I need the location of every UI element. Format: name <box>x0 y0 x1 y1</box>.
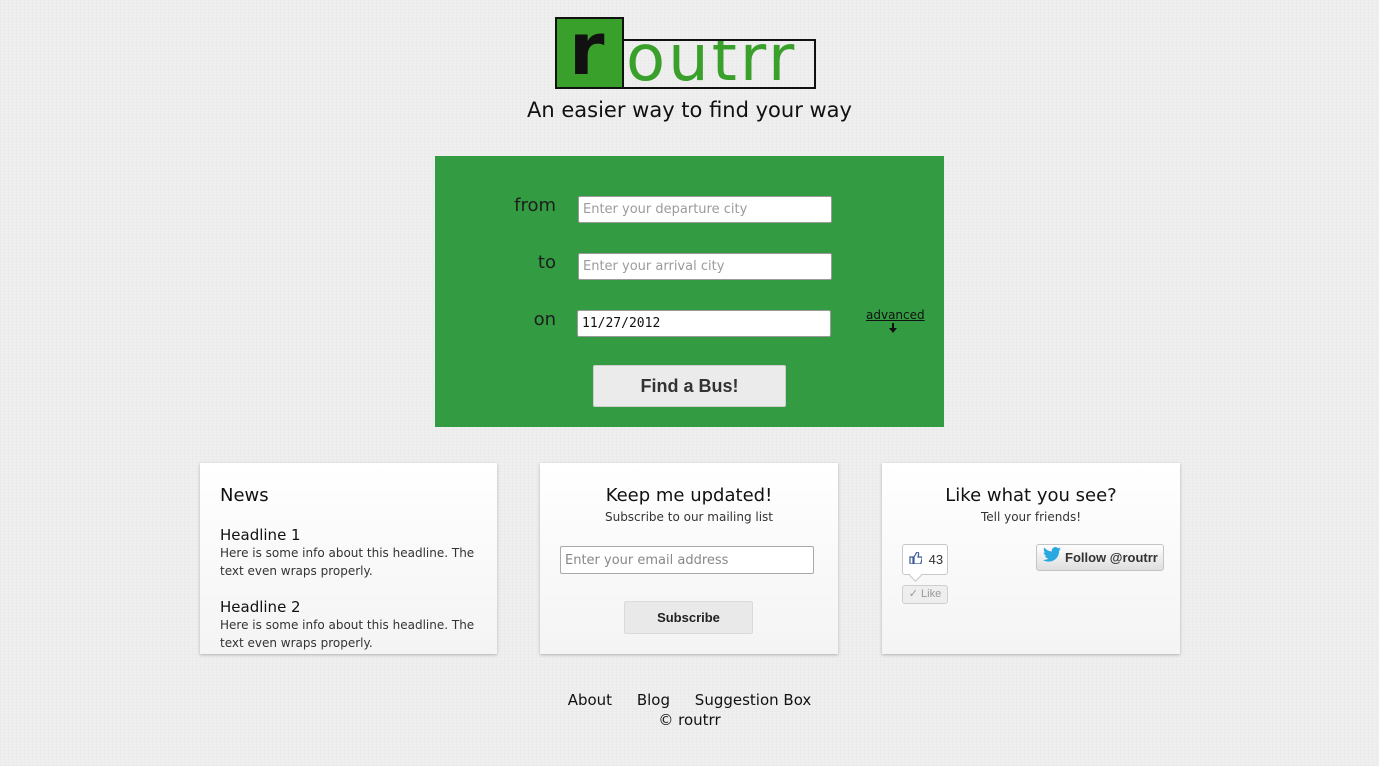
news-item: Headline 2 Here is some info about this … <box>220 598 480 652</box>
thumbs-up-icon <box>909 551 926 567</box>
copyright: © routrr <box>658 711 721 729</box>
footer-link-suggestion-box[interactable]: Suggestion Box <box>695 691 812 709</box>
news-item: Headline 1 Here is some info about this … <box>220 526 480 580</box>
facebook-like-button[interactable]: ✓ Like <box>902 585 948 604</box>
check-icon: ✓ <box>908 588 918 600</box>
social-card: Like what you see? Tell your friends! 43… <box>882 463 1180 654</box>
logo-wordmark: outrr <box>624 39 816 89</box>
footer-link-about[interactable]: About <box>568 691 612 709</box>
down-arrow-icon <box>866 323 920 337</box>
news-body: Here is some info about this headline. T… <box>220 546 475 578</box>
logo-letter: r <box>569 7 605 91</box>
facebook-like-count[interactable]: 43 <box>902 544 948 575</box>
from-label: from <box>514 195 556 216</box>
subscribe-button[interactable]: Subscribe <box>624 601 753 634</box>
like-label: Like <box>921 588 942 600</box>
news-headline[interactable]: Headline 1 <box>220 526 480 544</box>
footer-nav: About Blog Suggestion Box <box>0 691 1379 709</box>
logo-r-block: r <box>555 13 624 89</box>
social-title: Like what you see? <box>945 485 1117 506</box>
advanced-options-link[interactable]: advanced <box>866 308 925 337</box>
date-input[interactable] <box>577 310 831 337</box>
news-card: News Headline 1 Here is some info about … <box>200 463 497 654</box>
search-panel: from to on advanced Find a Bus! <box>435 156 944 427</box>
social-subtitle: Tell your friends! <box>980 510 1082 524</box>
departure-city-input[interactable] <box>578 196 832 223</box>
mailing-list-card: Keep me updated! Subscribe to our mailin… <box>540 463 838 654</box>
news-body: Here is some info about this headline. T… <box>220 618 475 650</box>
news-headline[interactable]: Headline 2 <box>220 598 480 616</box>
logo-text: outrr <box>626 39 798 89</box>
advanced-label: advanced <box>866 308 925 322</box>
twitter-follow-button[interactable]: Follow @routrr <box>1036 544 1164 571</box>
to-label: to <box>537 252 556 273</box>
logo: r outrr <box>553 13 817 93</box>
arrival-city-input[interactable] <box>578 253 832 280</box>
twitter-bird-icon <box>1043 545 1061 570</box>
find-bus-button[interactable]: Find a Bus! <box>593 365 786 407</box>
news-title: News <box>220 485 269 506</box>
on-label: on <box>533 309 556 330</box>
like-count: 43 <box>928 552 944 567</box>
mailing-subtitle: Subscribe to our mailing list <box>604 510 774 524</box>
footer-link-blog[interactable]: Blog <box>637 691 670 709</box>
email-input[interactable] <box>560 546 814 574</box>
tagline: An easier way to find your way <box>527 98 852 122</box>
follow-label: Follow @routrr <box>1065 550 1158 565</box>
mailing-title: Keep me updated! <box>605 485 773 506</box>
